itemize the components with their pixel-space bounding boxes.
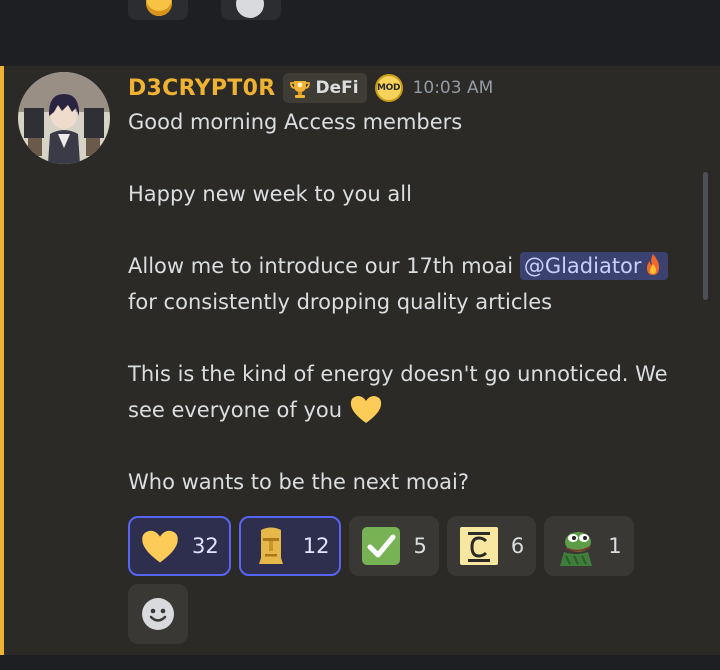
reaction-count: 6 — [510, 534, 525, 558]
message-line: for consistently dropping quality articl… — [128, 290, 553, 314]
reaction-check-mark[interactable]: 5 — [349, 516, 439, 576]
moai-icon — [251, 526, 291, 566]
add-reaction-button[interactable] — [128, 584, 188, 644]
message-item: D3CRYPT0R DeFi MOD 10:03 AM Good morning… — [0, 66, 720, 655]
message-line: Who wants to be the next moai? — [128, 470, 469, 494]
message-line-text: Allow me to introduce our 17th moai — [128, 254, 520, 278]
previous-message-strip — [0, 0, 720, 66]
role-tag-label: DeFi — [315, 78, 359, 98]
scrollbar-thumb[interactable] — [703, 172, 708, 300]
timestamp[interactable]: 10:03 AM — [413, 78, 494, 98]
highlight-bar — [0, 66, 4, 655]
user-mention[interactable]: @Gladiator — [519, 252, 668, 280]
reaction-moai[interactable]: 12 — [238, 516, 342, 576]
message-line-with-emoji: see everyone of you — [128, 392, 698, 428]
yellow-heart-icon — [140, 526, 180, 566]
reaction-count: 5 — [413, 534, 427, 558]
reaction-pepe-frog[interactable]: 1 — [544, 516, 634, 576]
fire-icon — [646, 254, 659, 275]
message-line: Good morning Access members — [128, 110, 463, 134]
reaction-c-box[interactable]: 6 — [446, 516, 537, 576]
mention-label: @Gladiator — [523, 254, 642, 278]
role-tag[interactable]: DeFi — [283, 73, 367, 103]
reaction-yellow-heart[interactable]: 32 — [128, 516, 231, 576]
trophy-icon — [290, 81, 311, 98]
message-line: This is the kind of energy doesn't go un… — [128, 362, 668, 386]
c-box-icon — [459, 526, 499, 566]
reaction-count: 32 — [192, 534, 219, 558]
yellow-heart-icon — [350, 396, 381, 423]
reactions-bar: 32 12 5 6 1 — [128, 516, 648, 644]
message-content: Good morning Access members Happy new we… — [128, 104, 698, 500]
previous-add-reaction-button[interactable] — [221, 0, 281, 20]
add-reaction-smiley-icon — [142, 598, 174, 630]
pepe-frog-icon — [556, 526, 596, 566]
check-mark-icon — [361, 526, 401, 566]
bottom-divider — [0, 655, 720, 670]
mod-badge[interactable]: MOD — [374, 74, 403, 102]
avatar[interactable] — [18, 72, 110, 164]
add-reaction-icon — [236, 0, 264, 18]
message-line-with-mention: Allow me to introduce our 17th moai @Gla… — [128, 248, 698, 284]
message-header: D3CRYPT0R DeFi MOD 10:03 AM — [128, 70, 493, 106]
smiley-icon — [146, 0, 172, 16]
reaction-count: 1 — [608, 534, 622, 558]
message-line-text: see everyone of you — [128, 398, 343, 422]
previous-reaction-emoji[interactable] — [128, 0, 188, 20]
message-line: Happy new week to you all — [128, 182, 412, 206]
username[interactable]: D3CRYPT0R — [128, 76, 275, 101]
reaction-count: 12 — [302, 534, 330, 558]
